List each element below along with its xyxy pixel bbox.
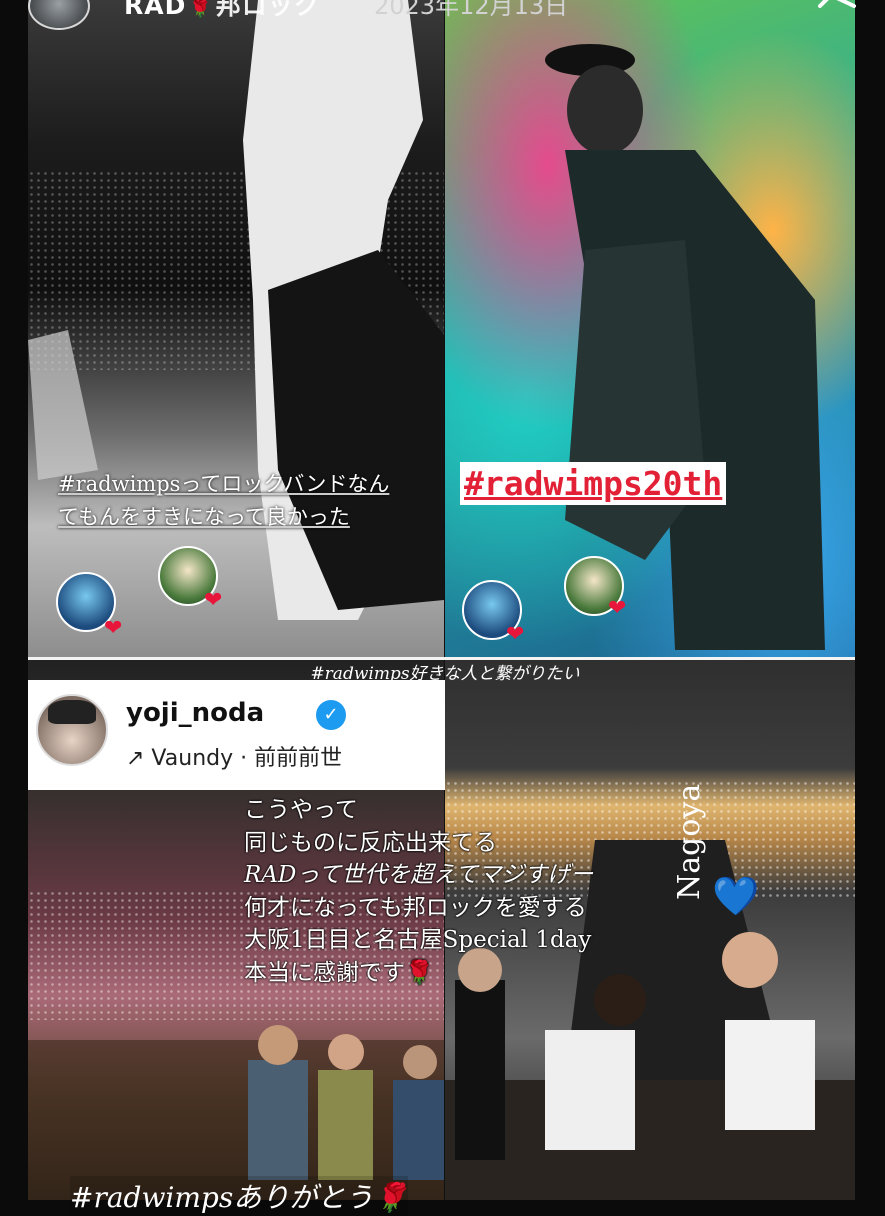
story-avatar[interactable]: [28, 0, 90, 30]
nagoya-label: Nagoya: [672, 783, 707, 900]
verified-badge-icon: ✓: [316, 700, 346, 730]
music-track-label[interactable]: ↗ Vaundy · 前前前世: [126, 740, 342, 772]
heart-icon: ❤: [104, 616, 123, 641]
hat-icon: [48, 700, 96, 724]
heart-icon: ❤: [506, 622, 525, 647]
hashtag-radwimps20th[interactable]: #radwimps20th: [460, 462, 727, 505]
photo-stage-colorful: [445, 0, 855, 658]
close-button[interactable]: [812, 0, 864, 26]
heart-icon: ❤: [608, 596, 627, 621]
story-caption-text: こうやって 同じものに反応出来てる RADって世代を超えてマジすげー 何才になっ…: [244, 797, 594, 986]
story-username[interactable]: RAD 🌹 邦ロック: [124, 0, 320, 22]
story-date: 2023年12月13日: [374, 0, 569, 20]
close-icon: [818, 0, 856, 8]
profile-avatar[interactable]: [36, 694, 108, 766]
performer-suit-silhouette: [545, 44, 825, 650]
profile-music-card[interactable]: yoji_noda ✓ ↗ Vaundy · 前前前世: [28, 680, 445, 790]
panel-divider-vertical: [444, 0, 445, 1200]
hashtag-banner: #radwimps好きな人と繋がりたい: [310, 664, 580, 684]
story-header: RAD 🌹 邦ロック 2023年12月13日: [0, 0, 885, 40]
blue-heart-icon: 💙: [712, 874, 760, 918]
rose-icon: 🌹: [189, 0, 213, 19]
caption-radwimps-love: #radwimpsってロックバンドなん てもんをすきになって良かった: [58, 472, 390, 529]
performer-silhouette: [28, 0, 444, 620]
heart-icon: ❤: [204, 588, 223, 613]
bottom-hashtag-caption: #radwimpsありがとう🌹: [70, 1176, 409, 1216]
profile-username[interactable]: yoji_noda: [126, 698, 264, 728]
photo-concert-bw: [28, 0, 444, 658]
